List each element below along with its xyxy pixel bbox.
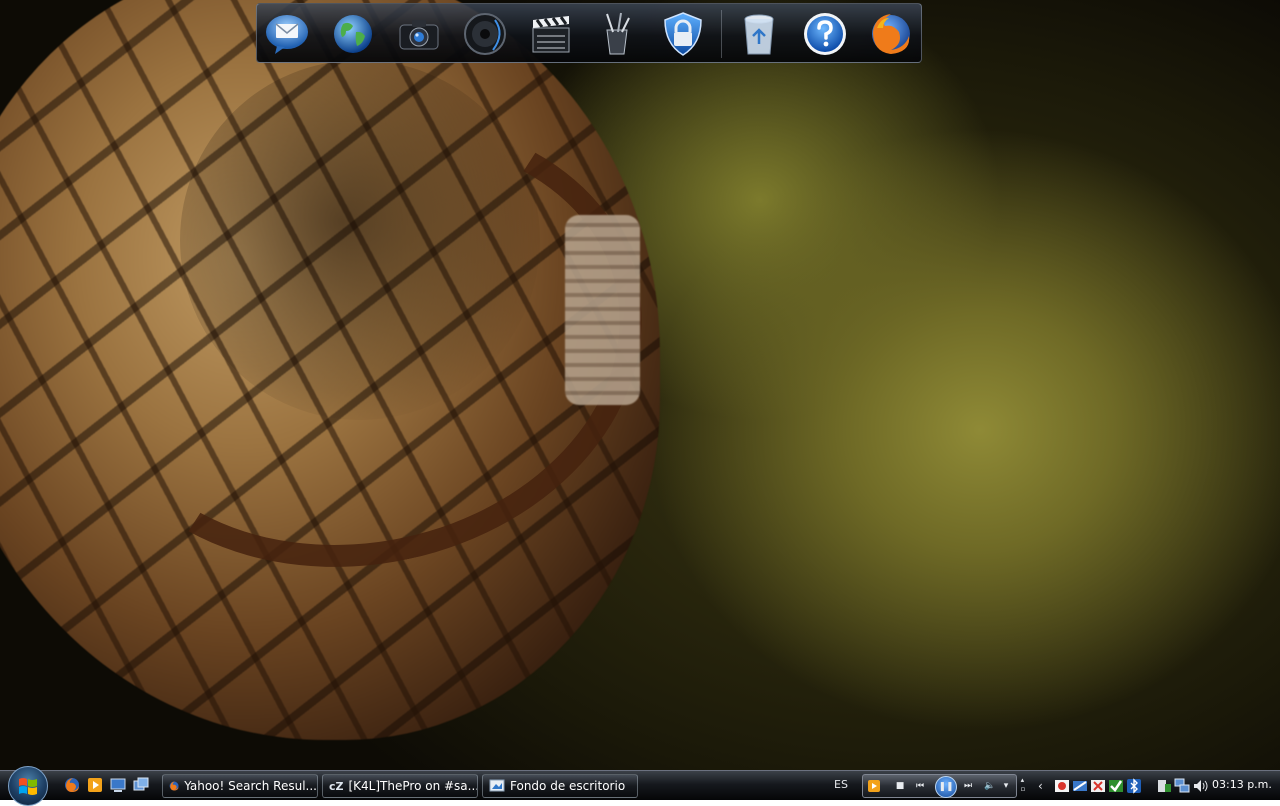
restore-toolbar-icon[interactable]: ▴ ▫: [1019, 775, 1027, 795]
firefox-icon: [169, 781, 179, 791]
taskbar: Yahoo! Search Resul... cZ [K4L]ThePro on…: [0, 766, 1280, 806]
volume-icon[interactable]: 🔈: [983, 779, 997, 793]
tray-app-icon[interactable]: [1054, 778, 1070, 794]
pencil-cup-icon[interactable]: [593, 10, 641, 58]
task-label: Yahoo! Search Resul...: [184, 779, 317, 793]
safely-remove-hardware-icon[interactable]: [1156, 778, 1172, 794]
volume-icon[interactable]: [1192, 778, 1208, 794]
quick-launch-media-player-icon[interactable]: [87, 777, 103, 793]
network-connection-icon[interactable]: [1174, 778, 1190, 794]
firefox-icon[interactable]: [867, 10, 915, 58]
windows-logo-icon: [19, 778, 37, 795]
pause-icon[interactable]: ❚❚: [935, 776, 957, 798]
clapperboard-icon[interactable]: [527, 10, 575, 58]
task-label: Fondo de escritorio: [510, 779, 626, 793]
task-label: [K4L]ThePro on #sa...: [348, 779, 478, 793]
quick-launch-show-desktop-icon[interactable]: [110, 777, 126, 793]
recycle-bin-icon[interactable]: [735, 10, 783, 58]
clock[interactable]: 03:13 p.m.: [1212, 778, 1272, 791]
speaker-icon[interactable]: [461, 10, 509, 58]
bluetooth-icon[interactable]: [1126, 778, 1142, 794]
dock-bar: [256, 3, 922, 63]
next-icon[interactable]: ⏭: [961, 779, 975, 793]
stop-icon[interactable]: ■: [893, 779, 907, 793]
show-hidden-icons-chevron-icon[interactable]: ‹: [1038, 778, 1054, 794]
language-indicator[interactable]: ES: [834, 778, 848, 791]
dock-separator: [721, 10, 722, 58]
quick-launch-switch-windows-icon[interactable]: [133, 777, 149, 793]
network-tool-icon[interactable]: [1072, 778, 1088, 794]
desktop-background-icon: [489, 779, 505, 792]
start-button[interactable]: [8, 766, 48, 806]
desktop[interactable]: [0, 0, 1280, 770]
shield-lock-icon[interactable]: [659, 10, 707, 58]
task-irc-client[interactable]: cZ [K4L]ThePro on #sa...: [322, 774, 478, 798]
chevron-down-icon[interactable]: ▾: [999, 779, 1013, 793]
error-icon[interactable]: [1090, 778, 1106, 794]
wallpaper-tie: [565, 215, 640, 405]
mail-icon[interactable]: [263, 10, 311, 58]
irc-client-icon: cZ: [329, 779, 344, 793]
globe-icon[interactable]: [329, 10, 377, 58]
task-desktop-background[interactable]: Fondo de escritorio: [482, 774, 638, 798]
previous-icon[interactable]: ⏮: [913, 779, 927, 793]
media-player-toolbar: ■ ⏮ ❚❚ ⏭ 🔈 ▾: [862, 774, 1017, 798]
task-yahoo-search[interactable]: Yahoo! Search Resul...: [162, 774, 318, 798]
camera-icon[interactable]: [395, 10, 443, 58]
media-player-icon[interactable]: [867, 779, 881, 793]
check-icon[interactable]: [1108, 778, 1124, 794]
quick-launch-firefox-icon[interactable]: [64, 777, 80, 793]
help-icon[interactable]: [801, 10, 849, 58]
